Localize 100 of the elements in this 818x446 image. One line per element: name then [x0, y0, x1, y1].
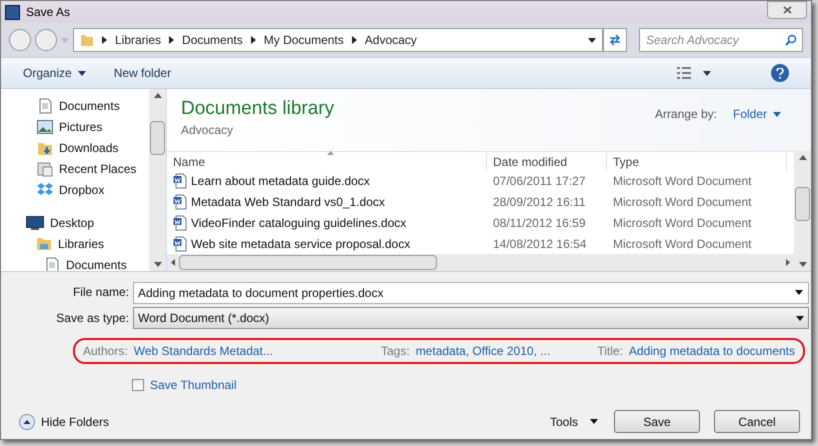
recent-pages-caret-icon: [61, 38, 69, 42]
file-type: Microsoft Word Document: [613, 194, 752, 212]
date-modified: 28/09/2012 16:11: [493, 194, 586, 212]
save-as-type-label: Save as type:: [55, 310, 129, 327]
file-type: Microsoft Word Document: [613, 236, 752, 253]
refresh-button[interactable]: [603, 28, 627, 52]
breadcrumb[interactable]: Advocacy: [364, 31, 417, 49]
scrollbar-thumb[interactable]: [179, 255, 437, 270]
file-row[interactable]: VideoFinder cataloguing guidelines.docx 08/11/2012 16:59 Microsoft Word Document: [167, 212, 794, 234]
scroll-up-icon: [798, 155, 806, 160]
document-icon: [173, 236, 187, 252]
save-thumbnail-checkbox[interactable]: [132, 379, 144, 391]
date-modified: 14/08/2012 16:54: [493, 236, 586, 253]
organize-button[interactable]: Organize: [23, 64, 86, 82]
document-icon: [173, 194, 187, 210]
scroll-up-icon: [154, 93, 162, 98]
folder-icon: [80, 33, 94, 47]
sidebar-item[interactable]: Dropbox: [59, 180, 104, 198]
monitor-icon: [26, 216, 44, 230]
file-name: Web site metadata service proposal.docx: [191, 236, 410, 253]
forward-button[interactable]: [35, 29, 57, 51]
details-view-icon: [677, 67, 691, 79]
scroll-down-icon: [154, 262, 162, 267]
library-title: Documents library: [181, 97, 334, 121]
window-title: Save As: [26, 4, 70, 21]
chevron-right-icon: [102, 36, 107, 44]
sidebar-item[interactable]: Pictures: [59, 118, 102, 136]
breadcrumb[interactable]: Libraries: [115, 31, 162, 49]
refresh-icon: [608, 34, 622, 46]
cancel-button[interactable]: Cancel: [714, 410, 800, 433]
column-header[interactable]: Type: [607, 152, 787, 171]
scroll-left-icon: [171, 259, 175, 266]
file-row[interactable]: Web site metadata service proposal.docx 14/08/2012 16:54 Microsoft Word Document: [167, 233, 794, 254]
file-name-field[interactable]: Adding metadata to document properties.docx: [133, 282, 809, 304]
chevron-right-icon: [250, 36, 256, 44]
save-as-type-dropdown[interactable]: Word Document (*.docx): [133, 307, 809, 329]
arrange-label: Arrange by:: [654, 106, 717, 123]
tree-item[interactable]: Documents: [66, 256, 127, 271]
file-type: Microsoft Word Document: [613, 214, 752, 232]
search-icon: [785, 34, 797, 46]
help-icon: [776, 68, 784, 78]
save-button[interactable]: Save: [614, 410, 700, 433]
date-modified: 08/11/2012 16:59: [493, 214, 586, 232]
save-thumbnail-label: Save Thumbnail: [150, 377, 236, 394]
picture-icon: [37, 120, 53, 134]
scroll-right-icon: [786, 259, 790, 266]
library-subtitle: Advocacy: [181, 122, 234, 139]
file-name: Learn about metadata guide.docx: [191, 173, 370, 190]
help-button[interactable]: [771, 64, 789, 82]
file-row[interactable]: Metadata Web Standard vs0_1.docx 28/09/2012 16:11 Microsoft Word Document: [167, 192, 794, 212]
vertical-scrollbar[interactable]: [794, 151, 811, 271]
tree-item[interactable]: Libraries: [58, 234, 104, 252]
breadcrumb[interactable]: Documents: [182, 31, 243, 49]
file-name: Metadata Web Standard vs0_1.docx: [191, 194, 385, 212]
file-row[interactable]: Learn about metadata guide.docx 07/06/2011 17:27 Microsoft Word Document: [167, 170, 794, 192]
scrollbar-thumb[interactable]: [150, 121, 165, 155]
caret-icon: [590, 419, 598, 424]
tools-dropdown[interactable]: Tools: [550, 412, 598, 430]
chevron-right-icon: [352, 36, 357, 44]
caret-icon: [588, 38, 596, 42]
box-icon: [37, 182, 53, 196]
horizontal-scrollbar[interactable]: [167, 254, 794, 272]
caret-icon: [796, 316, 804, 320]
dropdown-caret-icon: [795, 290, 803, 295]
close-button[interactable]: [767, 1, 807, 19]
search-field[interactable]: Search Advocacy: [639, 28, 803, 52]
scrollbar-thumb[interactable]: [795, 187, 810, 221]
metadata-value[interactable]: Web Standards Metadat...: [134, 342, 273, 360]
caret-icon: [703, 70, 711, 76]
file-name-label: File name:: [72, 284, 129, 301]
document-icon: [173, 173, 187, 190]
metadata-value[interactable]: metadata, Office 2010, ...: [416, 342, 550, 360]
breadcrumb[interactable]: My Documents: [264, 31, 344, 49]
chevron-right-icon: [169, 36, 174, 44]
tree-item[interactable]: Desktop: [50, 214, 94, 232]
metadata-value[interactable]: Adding metadata to documents: [628, 342, 795, 360]
sidebar-item[interactable]: Downloads: [59, 138, 118, 156]
file-name: VideoFinder cataloguing guidelines.docx: [191, 214, 406, 232]
back-button[interactable]: [9, 29, 31, 51]
vertical-scrollbar[interactable]: [149, 89, 166, 271]
sidebar-item[interactable]: Recent Places: [59, 160, 136, 178]
hide-folders-button[interactable]: Hide Folders: [19, 412, 110, 430]
sidebar-item[interactable]: Documents: [59, 96, 120, 114]
address-bar[interactable]: Libraries Documents My Documents Advocacy: [73, 28, 603, 52]
column-header[interactable]: Date modified: [487, 152, 607, 171]
new-folder-button[interactable]: New folder: [114, 64, 172, 82]
recent-places-icon: [37, 160, 53, 176]
caret-icon: [78, 70, 86, 76]
caret-icon: [773, 112, 781, 116]
arrange-dropdown[interactable]: Folder: [732, 105, 781, 123]
metadata-label: Authors:: [83, 343, 128, 360]
close-icon: [782, 6, 792, 14]
scroll-down-icon: [798, 262, 806, 267]
folder-icon: [36, 236, 52, 250]
file-type: Microsoft Word Document: [613, 173, 752, 190]
date-modified: 07/06/2011 17:27: [493, 173, 586, 190]
view-options-button[interactable]: [677, 67, 711, 79]
collapse-icon: [19, 414, 35, 430]
column-header[interactable]: Name: [167, 152, 487, 171]
document-icon: [37, 98, 53, 114]
